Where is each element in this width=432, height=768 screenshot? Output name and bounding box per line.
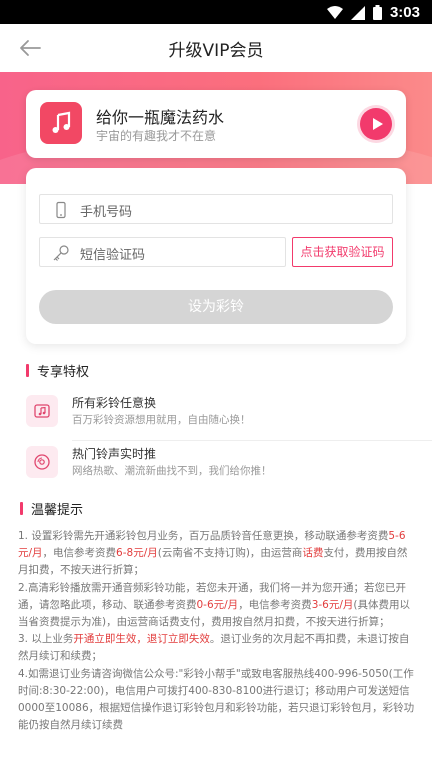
wifi-icon xyxy=(326,5,343,19)
status-bar: 3:03 xyxy=(0,0,432,24)
key-icon xyxy=(53,245,69,261)
privilege-item: 热门铃声实时推 网络热歌、潮流新曲找不到，我们给你推！ xyxy=(26,442,432,492)
notice-highlight: 0-6元/月 xyxy=(196,598,239,611)
privilege-item: 所有彩铃任意换 百万彩铃资源想用就用，自由随心换！ xyxy=(26,391,432,441)
nav-bar: 升级VIP会员 xyxy=(0,24,432,72)
set-ringtone-button[interactable]: 设为彩铃 xyxy=(39,290,393,324)
sms-code-field[interactable]: 短信验证码 xyxy=(39,237,286,267)
notice-text: 3. 以上业务 xyxy=(18,633,74,646)
status-time: 3:03 xyxy=(389,4,420,21)
notice-header: 温馨提示 xyxy=(20,499,83,518)
privilege-title: 所有彩铃任意换 xyxy=(72,396,157,410)
privilege-title: 热门铃声实时推 xyxy=(72,447,157,461)
section-marker xyxy=(20,502,23,515)
song-title: 给你一瓶魔法药水 xyxy=(96,108,225,127)
disc-icon xyxy=(26,446,58,478)
notice-paragraph: 2.高清彩铃播放需开通音频彩铃功能，若您未开通，我们将一并为您开通；若您已开通，… xyxy=(18,580,416,632)
phone-placeholder: 手机号码 xyxy=(80,205,133,220)
song-card[interactable]: 给你一瓶魔法药水 宇宙的有趣我才不在意 xyxy=(26,90,406,158)
play-icon xyxy=(372,118,383,130)
phone-icon xyxy=(56,201,66,219)
notice-text: (云南省不支持订购)，由运营商 xyxy=(157,547,303,560)
form-card: 手机号码 短信验证码 点击获取验证码 设为彩铃 xyxy=(26,168,406,344)
page-title: 升级VIP会员 xyxy=(168,41,264,61)
notice-text: 1. 设置彩铃需先开通彩铃包月业务，百万品质铃音任意更换，移动联通参考资费 xyxy=(18,530,389,542)
sms-code-placeholder: 短信验证码 xyxy=(80,248,146,263)
privileges-header: 专享特权 xyxy=(26,361,89,380)
battery-icon xyxy=(372,5,382,20)
privileges-title: 专享特权 xyxy=(37,365,90,380)
notice-body: 1. 设置彩铃需先开通彩铃包月业务，百万品质铃音任意更换，移动联通参考资费5-6… xyxy=(18,528,416,734)
notice-highlight: 话费 xyxy=(302,547,324,560)
signal-icon xyxy=(350,5,365,20)
music-note-icon xyxy=(40,102,82,144)
play-button[interactable] xyxy=(360,108,392,140)
notice-paragraph: 3. 以上业务开通立即生效，退订立即失效。退订业务的次月起不再扣费，未退订按自然… xyxy=(18,631,416,665)
privilege-desc: 网络热歌、潮流新曲找不到，我们给你推！ xyxy=(72,465,272,477)
notice-paragraph: 1. 设置彩铃需先开通彩铃包月业务，百万品质铃音任意更换，移动联通参考资费5-6… xyxy=(18,528,416,580)
notice-highlight: 开通立即生效，退订立即失效 xyxy=(73,633,210,646)
song-subtitle: 宇宙的有趣我才不在意 xyxy=(96,129,217,143)
notice-title: 温馨提示 xyxy=(31,503,84,518)
privilege-desc: 百万彩铃资源想用就用，自由随心换！ xyxy=(72,414,251,426)
notice-paragraph: 4.如需退订业务请咨询微信公众号:"彩铃小帮手"或致电客服热线400-996-5… xyxy=(18,666,416,735)
notice-text: ，电信参考资费 xyxy=(42,547,117,560)
get-code-button[interactable]: 点击获取验证码 xyxy=(292,237,393,267)
notice-text: ，电信参考资费 xyxy=(238,598,312,611)
section-marker xyxy=(26,364,29,377)
divider xyxy=(72,440,432,441)
notice-text: 4.如需退订业务请咨询微信公众号:"彩铃小帮手"或致电客服热线400-996-5… xyxy=(18,667,415,732)
music-swap-icon xyxy=(26,395,58,427)
phone-field[interactable]: 手机号码 xyxy=(39,194,393,224)
notice-highlight: 3-6元/月 xyxy=(311,598,354,611)
notice-highlight: 6-8元/月 xyxy=(116,547,158,560)
